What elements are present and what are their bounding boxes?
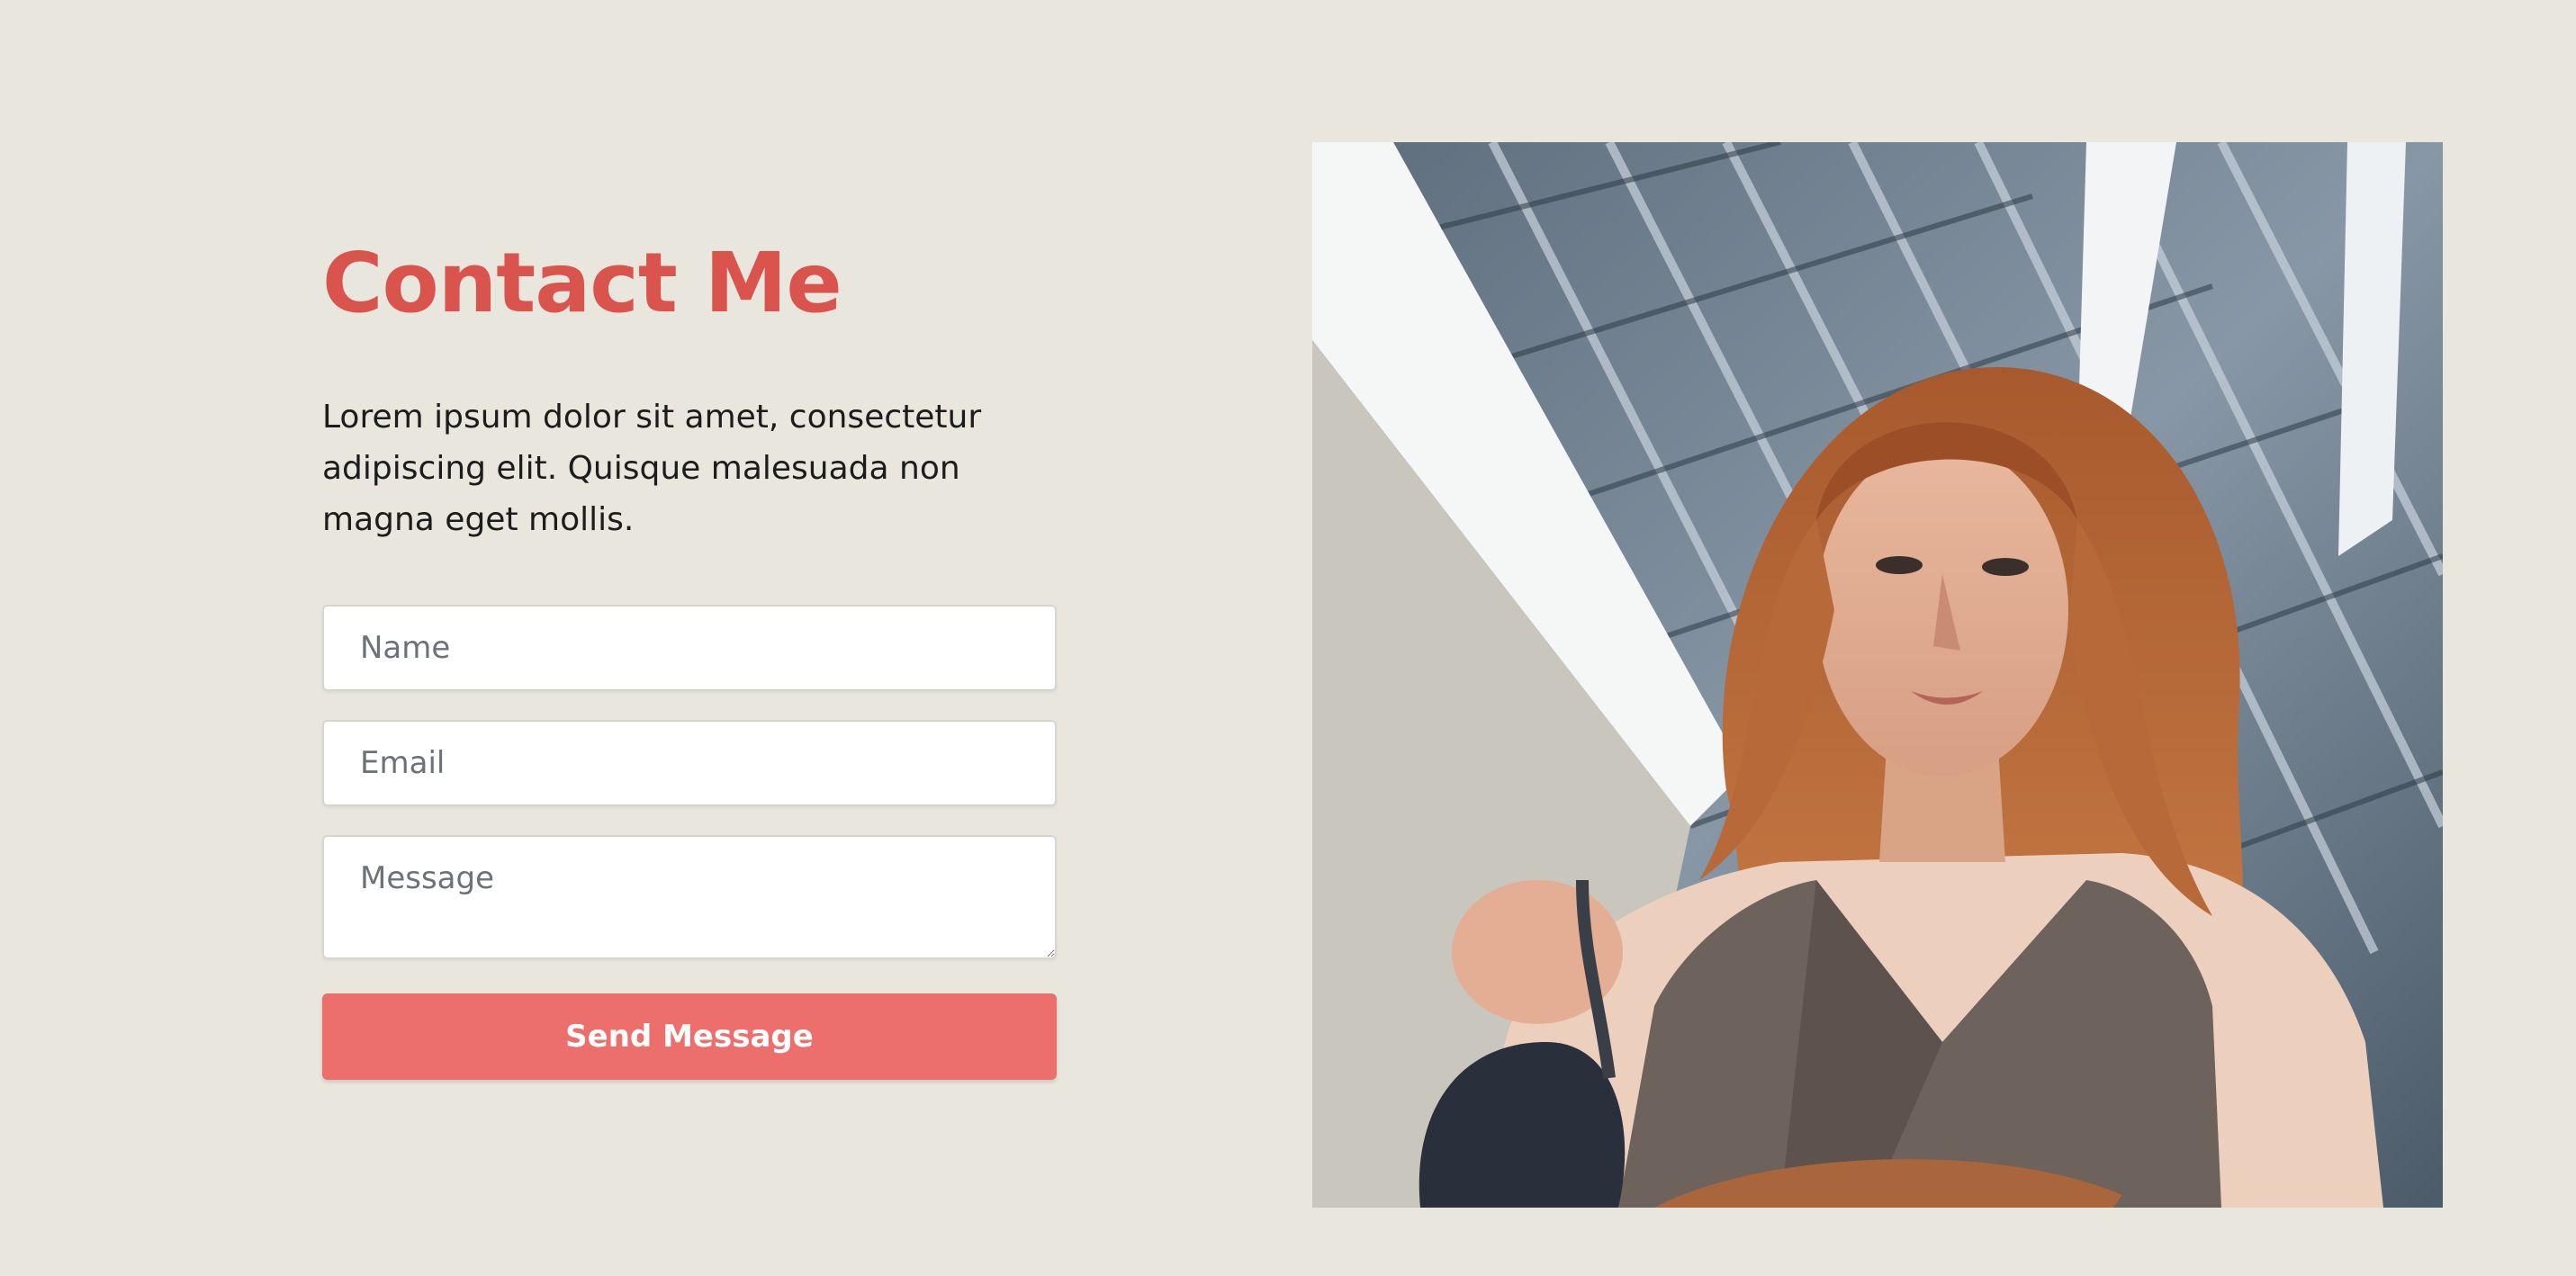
message-textarea[interactable] [322, 835, 1057, 959]
email-input[interactable] [322, 720, 1057, 806]
name-input[interactable] [322, 605, 1057, 691]
page-title: Contact Me [322, 235, 842, 331]
contact-form: Send Message [322, 605, 1057, 1080]
contact-section: Contact Me Lorem ipsum dolor sit amet, c… [322, 225, 1057, 1080]
intro-text: Lorem ipsum dolor sit amet, consectetur … [322, 399, 982, 538]
send-message-button[interactable]: Send Message [322, 993, 1057, 1080]
portrait-photo [1312, 142, 2443, 1208]
